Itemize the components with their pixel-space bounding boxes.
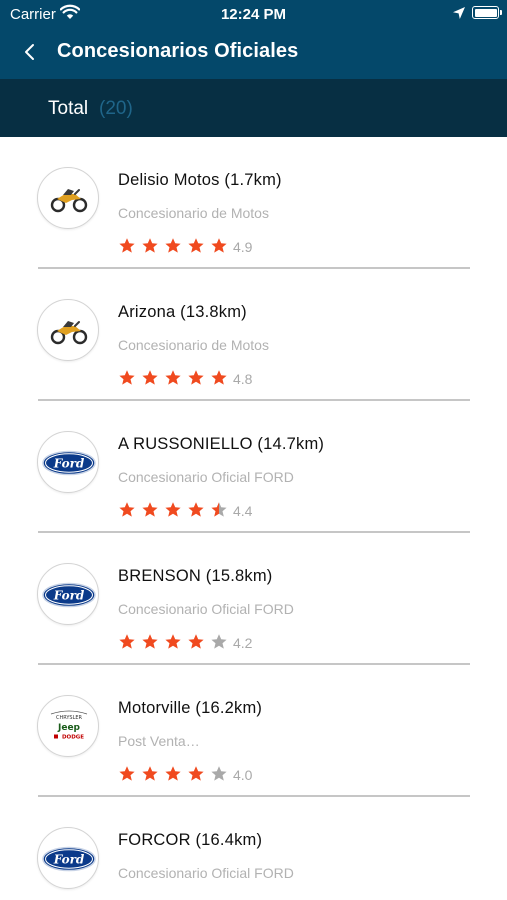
rating-value: 4.2 [233,635,253,651]
dealer-list-item[interactable]: Arizona (13.8km) Concesionario de Motos 4.… [0,269,507,401]
ford-logo-icon: Ford [37,563,99,625]
dealer-name: BRENSON (15.8km) [118,567,273,585]
svg-text:Ford: Ford [53,457,85,471]
star-empty-icon [211,634,227,649]
star-filled-icon [188,766,204,781]
star-filled-icon [119,238,135,253]
dealer-name: FORCOR (16.4km) [118,831,263,849]
rating-value: 4.4 [233,503,253,519]
star-filled-icon [119,634,135,649]
jeep-logo-text: Jeep [57,723,81,733]
star-filled-icon [165,766,181,781]
star-half-icon [211,502,227,517]
rating-value: 4.0 [233,767,253,783]
status-bar: Carrier 12:24 PM [0,0,507,28]
star-filled-icon [188,238,204,253]
total-count: (20) [99,98,133,119]
battery-icon [472,6,502,19]
dealer-category: Concesionario Oficial FORD [118,469,294,485]
star-filled-icon [188,634,204,649]
star-filled-icon [165,634,181,649]
motorcycle-icon [37,299,99,361]
dealer-list-item[interactable]: Delisio Motos (1.7km) Concesionario de Mo… [0,137,507,269]
dealer-category: Concesionario Oficial FORD [118,601,294,617]
dealer-category: Post Venta… [118,733,200,749]
star-filled-icon [142,502,158,517]
location-arrow-icon [453,7,465,19]
total-label: Total [48,98,89,119]
star-filled-icon [165,238,181,253]
star-filled-icon [119,502,135,517]
dealer-list-item[interactable]: Ford BRENSON (15.8km) Concesionario Oficia… [0,533,507,665]
dealer-name: A RUSSONIELLO (14.7km) [118,435,325,453]
chrysler-logo-text: CHRYSLER [56,715,83,721]
dealer-list-item[interactable]: Ford FORCOR (16.4km) Concesionario Oficial… [0,797,507,900]
star-filled-icon [142,634,158,649]
star-filled-icon [142,766,158,781]
dealer-name: Motorville (16.2km) [118,699,263,717]
star-filled-icon [119,370,135,385]
ford-logo-icon: Ford [37,431,99,493]
star-filled-icon [211,370,227,385]
dealer-name: Arizona (13.8km) [118,303,247,321]
page-title: Concesionarios Oficiales [57,40,299,62]
dealer-list-item[interactable]: CHRYSLER Jeep DODGE Motorville (16.2km) Post… [0,665,507,797]
clock-time: 12:24 PM [220,6,287,23]
dealer-category: Concesionario de Motos [118,337,269,353]
rating-value: 4.8 [233,371,253,387]
svg-text:Ford: Ford [53,853,85,867]
svg-text:Ford: Ford [53,589,85,603]
dealer-list: Delisio Motos (1.7km) Concesionario de Mo… [0,137,507,900]
star-filled-icon [211,238,227,253]
dealer-category: Concesionario Oficial FORD [118,865,294,881]
motorcycle-icon [37,167,99,229]
star-filled-icon [165,370,181,385]
dealer-list-item[interactable]: Ford A RUSSONIELLO (14.7km) Concesionario … [0,401,507,533]
dealer-name: Delisio Motos (1.7km) [118,171,282,189]
dodge-logo-text: DODGE [62,735,84,741]
app-header: Carrier 12:24 PM Concesionarios Oficiale… [0,0,507,79]
star-filled-icon [188,370,204,385]
star-filled-icon [142,370,158,385]
chrysler-jeep-dodge-logo: CHRYSLER Jeep DODGE [37,695,99,757]
dealer-category: Concesionario de Motos [118,205,269,221]
back-chevron-icon[interactable] [20,40,40,64]
ford-logo-icon: Ford [37,827,99,889]
star-empty-icon [211,766,227,781]
rating-value: 4.9 [233,239,253,255]
star-filled-icon [142,238,158,253]
star-filled-icon [165,502,181,517]
star-filled-icon [119,766,135,781]
star-filled-icon [188,502,204,517]
